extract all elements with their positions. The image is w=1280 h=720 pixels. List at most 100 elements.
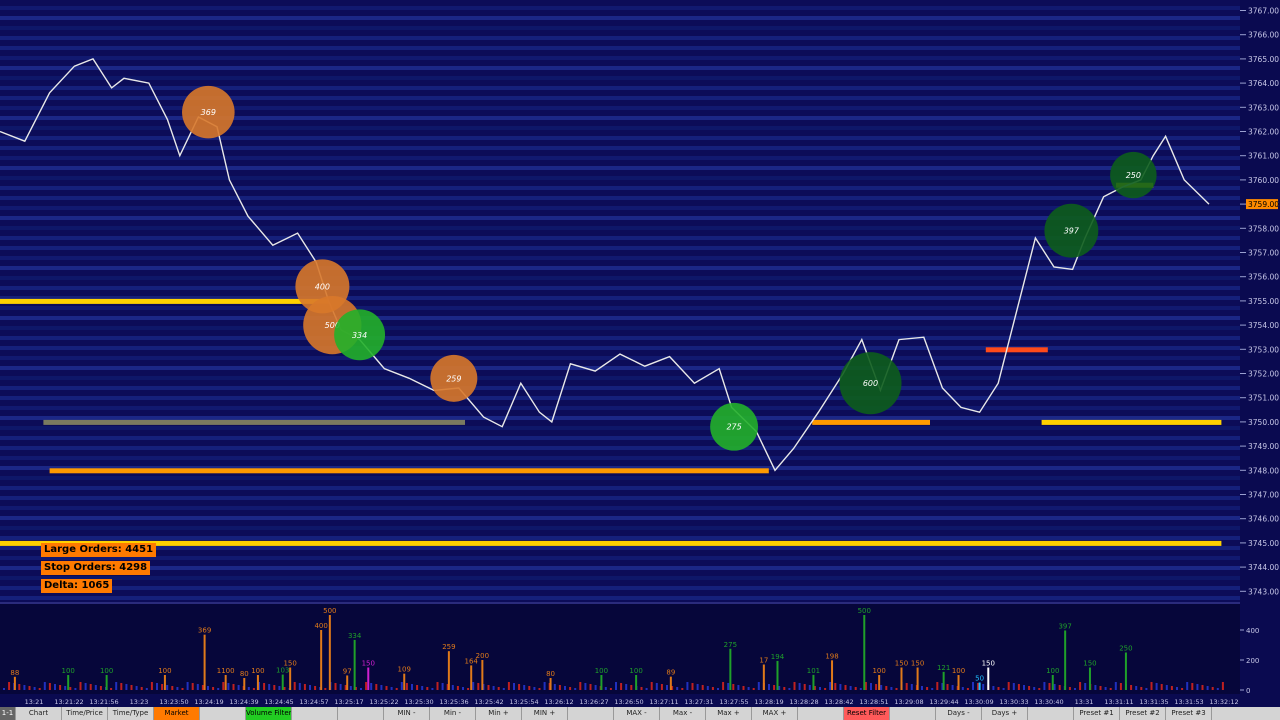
volume-tick-bar bbox=[1033, 687, 1036, 690]
heat-band bbox=[0, 66, 1240, 70]
time-tick-label: 13:23:50 bbox=[159, 698, 188, 706]
volume-tick-bar bbox=[125, 684, 128, 690]
toolbar-button-volume-filter[interactable]: Volume Filter bbox=[246, 707, 292, 720]
volume-bar bbox=[105, 675, 108, 690]
price-tick-label: 3758.00 bbox=[1248, 224, 1279, 233]
volume-label: 100 bbox=[62, 667, 75, 675]
toolbar-button-preset-1[interactable]: Preset #1 bbox=[1074, 707, 1120, 720]
volume-tick-bar bbox=[166, 685, 169, 690]
toolbar-button-max[interactable]: Max + bbox=[706, 707, 752, 720]
volume-tick-bar bbox=[411, 684, 413, 690]
bubble-label: 397 bbox=[1064, 227, 1080, 236]
volume-tick-bar bbox=[156, 683, 158, 690]
volume-tick-bar bbox=[630, 685, 633, 690]
toolbar-button-max[interactable]: Max - bbox=[660, 707, 706, 720]
volume-tick-bar bbox=[747, 687, 750, 690]
volume-bar bbox=[353, 639, 356, 690]
volume-tick-bar bbox=[150, 682, 153, 690]
bottom-toolbar: 1-1 Chart Time/Price Time/Type Market Volume … bbox=[0, 707, 1280, 720]
volume-tick-bar bbox=[1012, 683, 1015, 690]
volume-tick-bar bbox=[314, 686, 317, 690]
heat-band bbox=[0, 576, 1240, 580]
toolbar-button-chart[interactable]: Chart bbox=[16, 707, 62, 720]
bubble-label: 334 bbox=[352, 331, 367, 340]
volume-tick-bar bbox=[676, 687, 679, 690]
volume-tick-bar bbox=[778, 686, 781, 690]
toolbar-button-preset-2[interactable]: Preset #2 bbox=[1120, 707, 1166, 720]
heat-band bbox=[0, 56, 1240, 60]
volume-label: 150 bbox=[362, 660, 375, 668]
heat-band bbox=[0, 176, 1240, 180]
toolbar-button-preset-3[interactable]: Preset #3 bbox=[1166, 707, 1212, 720]
volume-tick-bar bbox=[120, 683, 123, 690]
heat-band bbox=[0, 6, 1240, 10]
volume-tick-bar bbox=[701, 685, 704, 690]
volume-tick-bar bbox=[992, 686, 995, 690]
volume-tick-bar bbox=[497, 687, 500, 690]
toolbar-button-blank-18[interactable] bbox=[798, 707, 844, 720]
volume-bar bbox=[600, 675, 603, 690]
volume-tick-bar bbox=[237, 685, 240, 690]
volume-tick-bar bbox=[727, 683, 730, 690]
volume-tick-bar bbox=[309, 685, 311, 690]
volume-tick-bar bbox=[1221, 682, 1224, 690]
volume-tick-bar bbox=[951, 685, 954, 690]
volume-tick-bar bbox=[1160, 684, 1163, 690]
volume-tick-bar bbox=[161, 684, 164, 690]
toolbar-button-time-price[interactable]: Time/Price bbox=[62, 707, 108, 720]
volume-tick-bar bbox=[844, 685, 847, 690]
toolbar-button-blank-20[interactable] bbox=[890, 707, 936, 720]
price-tick-label: 3747.00 bbox=[1248, 491, 1279, 500]
toolbar-button-min[interactable]: Min + bbox=[476, 707, 522, 720]
heatmap-chart[interactable]: 369400500334259275600397250 88 100 100 1003… bbox=[0, 0, 1280, 720]
toolbar-button-days[interactable]: Days + bbox=[982, 707, 1028, 720]
time-tick-label: 13:24:19 bbox=[194, 698, 223, 706]
toolbar-button-blank-8[interactable] bbox=[338, 707, 384, 720]
toolbar-button-time-type[interactable]: Time/Type bbox=[108, 707, 154, 720]
toolbar-button-market[interactable]: Market bbox=[154, 707, 200, 720]
volume-tick-bar bbox=[436, 682, 439, 690]
volume-tick-bar bbox=[875, 684, 878, 690]
volume-tick-bar bbox=[140, 687, 143, 690]
toolbar-button-max[interactable]: MAX - bbox=[614, 707, 660, 720]
volume-tick-bar bbox=[8, 682, 11, 690]
time-tick-label: 13:32:12 bbox=[1209, 698, 1238, 706]
toolbar-button-blank-23[interactable] bbox=[1028, 707, 1074, 720]
volume-bar bbox=[863, 615, 866, 690]
toolbar-button-reset-filter[interactable]: Reset Filter bbox=[844, 707, 890, 720]
toolbar-button-blank-13[interactable] bbox=[568, 707, 614, 720]
volume-tick-bar bbox=[1170, 686, 1173, 690]
bubble-label: 400 bbox=[315, 282, 330, 291]
toolbar-button-blank-7[interactable] bbox=[292, 707, 338, 720]
volume-tick-bar bbox=[589, 684, 592, 690]
toolbar-button-min[interactable]: MIN - bbox=[384, 707, 430, 720]
toolbar-button-blank-5[interactable] bbox=[200, 707, 246, 720]
volume-label: 1100 bbox=[217, 667, 235, 675]
volume-tick-bar bbox=[43, 682, 46, 690]
volume-tick-bar bbox=[579, 682, 582, 690]
volume-tick-bar bbox=[528, 686, 531, 690]
time-tick-label: 13:31 bbox=[1075, 698, 1094, 706]
volume-label: 100 bbox=[251, 667, 264, 675]
toolbar-button-1-1[interactable]: 1-1 bbox=[0, 707, 16, 720]
large-orders-label: Large Orders: 4451 bbox=[41, 543, 157, 557]
price-tick-label: 3764.00 bbox=[1248, 79, 1279, 88]
volume-label: 100 bbox=[158, 667, 171, 675]
heat-band bbox=[0, 586, 1240, 590]
volume-bar bbox=[470, 665, 473, 690]
volume-tick-bar bbox=[722, 682, 725, 690]
volume-tick-bar bbox=[69, 687, 72, 690]
volume-tick-bar bbox=[880, 685, 883, 690]
volume-bar bbox=[256, 675, 259, 690]
volume-bar bbox=[669, 676, 672, 690]
volume-bar bbox=[549, 678, 552, 690]
heat-band bbox=[0, 446, 1240, 450]
volume-tick-bar bbox=[742, 686, 745, 690]
volume-tick-bar bbox=[472, 682, 475, 690]
toolbar-button-max[interactable]: MAX + bbox=[752, 707, 798, 720]
toolbar-button-min[interactable]: MIN + bbox=[522, 707, 568, 720]
toolbar-button-min[interactable]: Min - bbox=[430, 707, 476, 720]
volume-tick-label: 400 bbox=[1246, 627, 1259, 635]
toolbar-button-days[interactable]: Days - bbox=[936, 707, 982, 720]
heat-band bbox=[0, 546, 1240, 550]
